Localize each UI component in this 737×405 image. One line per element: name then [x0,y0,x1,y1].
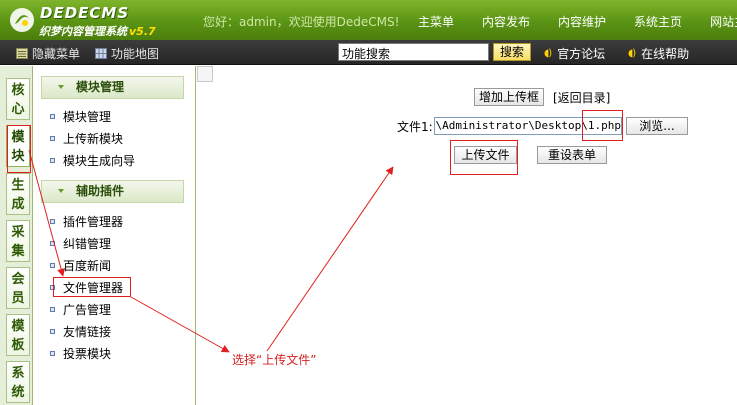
search-input[interactable]: 功能搜索 [338,43,489,61]
toolbar: 隐藏菜单 功能地图 功能搜索 搜索 ◖) 官方论坛 ◖) 在线帮助 [0,40,737,65]
highlight-upload-button [450,140,518,175]
sidebar-item-vote-module[interactable]: 投票模块 [50,344,111,362]
bullet-icon [50,262,55,268]
search-button[interactable]: 搜索 [493,43,531,61]
nav-site-home[interactable]: 网站主页 [710,0,737,40]
top-nav: 主菜单 内容发布 内容维护 系统主页 网站主页 [418,0,737,40]
signal-icon: ◖) [544,48,552,59]
bullet-icon [50,113,55,119]
bullet-icon [50,328,55,334]
tab-core[interactable]: 核心 [6,78,30,120]
sidebar-menu: 模块管理 模块管理 上传新模块 模块生成向导 辅助插件 插件管理器 纠错管理 百… [34,66,196,405]
section-title: 辅助插件 [76,184,125,198]
tab-member[interactable]: 会员 [6,267,30,309]
tab-template[interactable]: 模板 [6,314,30,356]
menu-grid-icon [16,48,28,59]
sidebar-item-module-manage[interactable]: 模块管理 [50,107,111,125]
highlight-file-manager [53,277,131,297]
version-label: v5.7 [129,25,156,38]
bullet-icon [50,135,55,141]
bullet-icon [50,350,55,356]
dedecms-logo-icon [10,8,34,32]
sidebar-item-ad-manage[interactable]: 广告管理 [50,300,111,318]
sidebar-item-baidu-news[interactable]: 百度新闻 [50,256,111,274]
file-label: 文件1: [397,120,433,134]
map-grid-icon [95,48,107,59]
sidebar-item-upload-module[interactable]: 上传新模块 [50,129,123,147]
bullet-icon [50,157,55,163]
sidebar-item-error-manage[interactable]: 纠错管理 [50,234,111,252]
bullet-icon [50,218,55,224]
section-title: 模块管理 [76,80,125,94]
nav-main-menu[interactable]: 主菜单 [418,0,454,40]
brand-name: DEDECMS [40,4,130,22]
frame-corner [197,66,213,82]
sidebar-item-plugin-manager[interactable]: 插件管理器 [50,212,123,230]
section-module-manage[interactable]: 模块管理 [41,76,184,99]
signal-icon: ◖) [628,48,636,59]
bullet-icon [50,240,55,246]
tab-collect[interactable]: 采集 [6,220,30,262]
left-tabs: 核心 模块 生成 采集 会员 模板 系统 [0,66,33,405]
collapse-triangle-icon [58,189,64,193]
tab-generate[interactable]: 生成 [6,173,30,215]
sidebar-item-friend-links[interactable]: 友情链接 [50,322,111,340]
forum-label: 官方论坛 [557,47,606,61]
brand-subtitle: 织梦内容管理系统 v5.7 [39,25,156,38]
annotation-label: 选择“上传文件” [232,353,317,367]
bullet-icon [50,306,55,312]
hide-menu-link[interactable]: 隐藏菜单 [16,45,80,62]
nav-system-home[interactable]: 系统主页 [634,0,682,40]
app-header: DEDECMS 织梦内容管理系统 v5.7 您好：admin，欢迎使用DedeCM… [0,0,737,40]
tab-system[interactable]: 系统 [6,361,30,403]
site-map-label: 功能地图 [111,47,160,61]
collapse-triangle-icon [58,85,64,89]
hide-menu-label: 隐藏菜单 [32,47,81,61]
highlight-module-tab [7,125,31,173]
site-map-link[interactable]: 功能地图 [95,45,159,62]
back-to-directory-link[interactable]: [返回目录] [553,89,610,106]
help-label: 在线帮助 [641,47,690,61]
help-link[interactable]: ◖) 在线帮助 [628,45,689,62]
forum-link[interactable]: ◖) 官方论坛 [544,45,605,62]
browse-button[interactable]: 浏览... [626,117,688,135]
add-upload-field-button[interactable]: 增加上传框 [474,88,544,106]
highlight-file-name [582,110,623,141]
reset-form-button[interactable]: 重设表单 [537,146,607,164]
nav-content-publish[interactable]: 内容发布 [482,0,530,40]
logo: DEDECMS 织梦内容管理系统 v5.7 [8,4,198,38]
welcome-text: 您好：admin，欢迎使用DedeCMS! [203,15,400,29]
sidebar-item-module-wizard[interactable]: 模块生成向导 [50,151,135,169]
nav-content-maintain[interactable]: 内容维护 [558,0,606,40]
section-plugins[interactable]: 辅助插件 [41,180,184,203]
